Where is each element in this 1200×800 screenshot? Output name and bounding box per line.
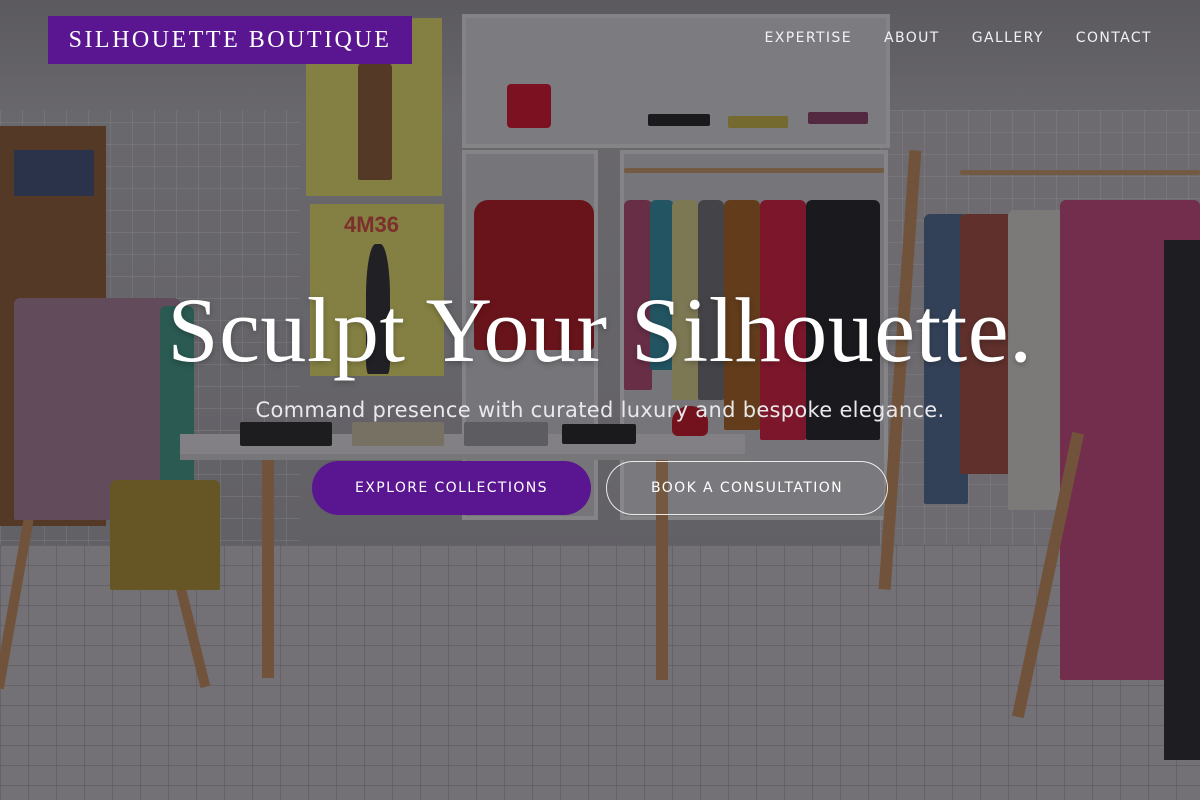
book-consultation-button[interactable]: BOOK A CONSULTATION <box>606 461 888 515</box>
hero-headline: Sculpt Your Silhouette. <box>167 279 1033 381</box>
main-nav: EXPERTISE ABOUT GALLERY CONTACT <box>765 30 1152 46</box>
hero-section: 4M36 SILHOUETTE BOUTIQUE EXPERTISE ABOUT… <box>0 0 1200 800</box>
nav-link-contact[interactable]: CONTACT <box>1076 30 1152 46</box>
nav-link-expertise[interactable]: EXPERTISE <box>765 30 852 46</box>
nav-link-about[interactable]: ABOUT <box>884 30 940 46</box>
hero-subheadline: Command presence with curated luxury and… <box>255 398 945 422</box>
brand-logo[interactable]: SILHOUETTE BOUTIQUE <box>48 16 412 64</box>
explore-collections-button[interactable]: EXPLORE COLLECTIONS <box>312 461 591 515</box>
nav-link-gallery[interactable]: GALLERY <box>972 30 1044 46</box>
